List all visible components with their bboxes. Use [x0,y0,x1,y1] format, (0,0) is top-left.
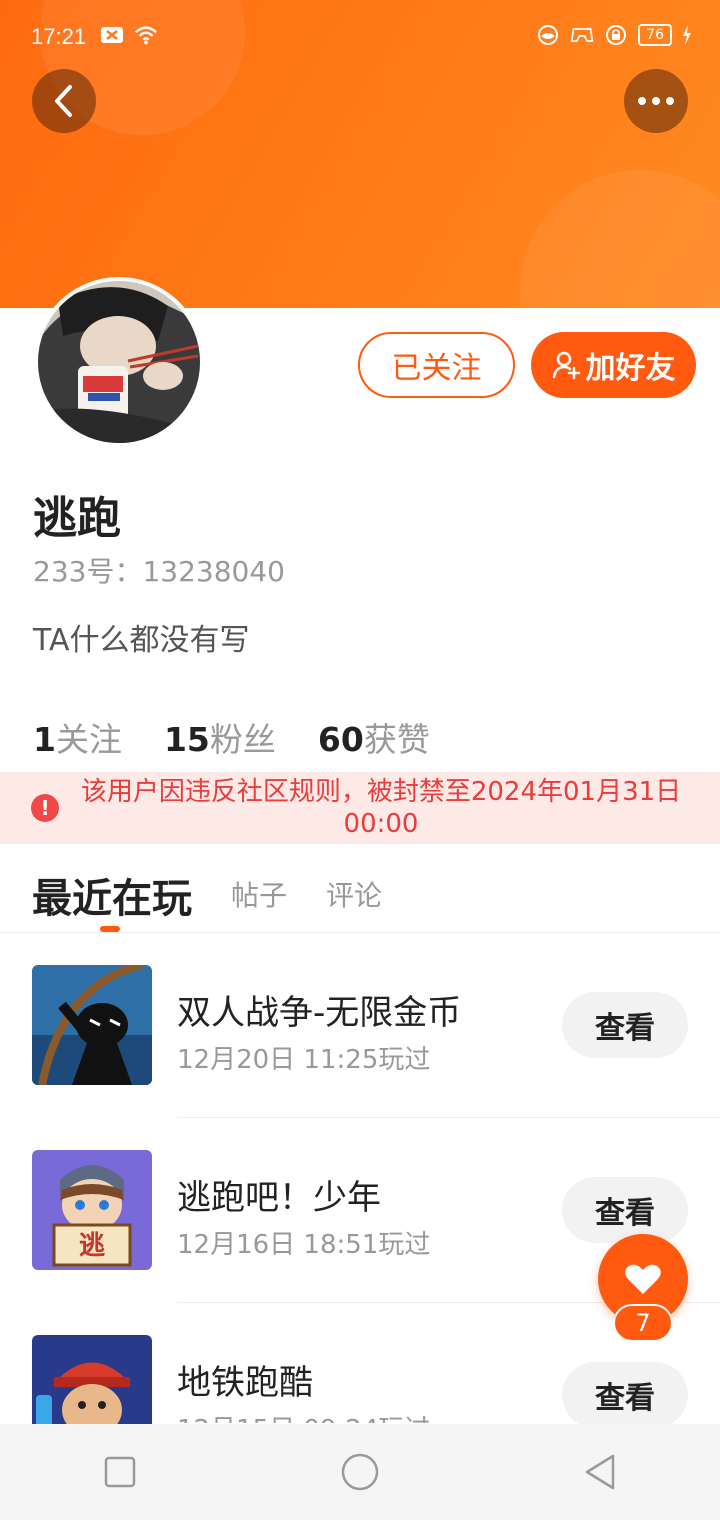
profile-bio: TA什么都没有写 [33,623,250,658]
stat-label: 获赞 [363,720,430,759]
game-icon [32,965,152,1085]
svg-text:逃: 逃 [79,1231,105,1261]
square-icon [104,1456,136,1488]
game-icon [32,1335,152,1424]
like-count-badge: 7 [613,1304,673,1342]
game-name: 地铁跑酷 [177,1363,313,1403]
avatar-image [38,281,200,443]
add-friend-label: 加好友 [585,351,676,386]
add-user-icon [552,351,580,380]
gamepad-icon [570,24,594,46]
ban-notice: ! 该用户因违反社区规则，被封禁至2024年01月31日 00:00 [0,772,720,844]
stat-label: 关注 [55,720,122,759]
wifi-icon [134,24,158,46]
ban-notice-text: 该用户因违反社区规则，被封禁至2024年01月31日 00:00 [80,777,682,839]
heart-icon [625,1264,661,1294]
warning-icon: ! [31,794,59,822]
profile-id: 233号：13238040 [33,555,285,588]
system-back-button[interactable] [570,1442,630,1502]
chevron-left-icon [55,85,72,117]
game-played-time: 12月16日 18:51玩过 [177,1230,431,1260]
game-played-time: 12月20日 11:25玩过 [177,1045,431,1075]
stat-fans[interactable]: 15粉丝 [164,713,276,761]
stat-number: 1 [33,720,56,759]
game-played-time: 12月15日 09:24玩过 [177,1409,430,1423]
more-dots-icon [638,97,674,105]
recent-apps-button[interactable] [90,1442,150,1502]
back-button[interactable] [32,69,96,133]
stat-number: 15 [163,720,210,759]
lock-icon [604,24,628,46]
status-bar: 17:21 76 [0,0,720,72]
profile-name: 逃跑 [33,493,121,544]
profile-tabs: 最近在玩 帖子 评论 [0,844,720,933]
view-game-button[interactable]: 查看 [562,1362,688,1428]
triangle-back-icon [585,1454,615,1490]
circle-icon [341,1453,379,1491]
list-item[interactable]: 双人战争-无限金币 12月20日 11:25玩过 查看 [0,933,720,1118]
tab-recent-played[interactable]: 最近在玩 [32,866,192,924]
following-button[interactable]: 已关注 [358,332,515,398]
stat-following[interactable]: 1关注 [33,713,122,761]
status-time: 17:21 [31,24,87,49]
stat-likes[interactable]: 60获赞 [318,713,430,761]
add-friend-button[interactable]: 加好友 [531,332,696,398]
game-icon: 逃 [32,1150,152,1270]
avatar[interactable] [34,277,204,447]
banner-decoration [520,170,720,308]
tab-comments[interactable]: 评论 [326,874,382,914]
tab-posts[interactable]: 帖子 [231,874,287,914]
system-navigation-bar [0,1424,720,1520]
game-name: 双人战争-无限金币 [177,993,462,1033]
app-status-icon [536,24,560,46]
stat-number: 60 [317,720,364,759]
active-tab-indicator [100,926,120,932]
view-game-button[interactable]: 查看 [562,1177,688,1243]
profile-stats: 1关注 15粉丝 60获赞 [33,713,430,761]
charging-icon [682,24,692,46]
more-options-button[interactable] [624,69,688,133]
battery-indicator: 76 [638,24,672,46]
view-game-button[interactable]: 查看 [562,992,688,1058]
notification-icon [100,24,124,46]
home-button[interactable] [330,1442,390,1502]
stat-label: 粉丝 [209,720,276,759]
game-name: 逃跑吧！少年 [177,1178,381,1218]
